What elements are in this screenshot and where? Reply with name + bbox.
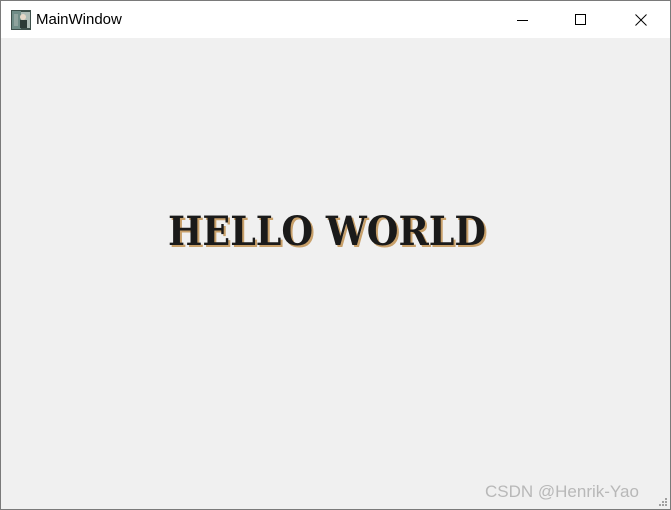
watermark-text: CSDN @Henrik-Yao <box>485 482 639 501</box>
hello-world-text: HELLO WORLD <box>168 208 486 254</box>
main-window: MainWindow HELLO WORLD HELLO WORLD CSDN … <box>0 0 671 510</box>
close-button[interactable] <box>612 1 670 38</box>
hello-world-label: HELLO WORLD HELLO WORLD <box>168 208 488 254</box>
client-area: HELLO WORLD HELLO WORLD CSDN @Henrik-Yao <box>1 38 670 509</box>
minimize-button[interactable] <box>494 1 552 38</box>
resize-grip-icon[interactable] <box>658 497 668 507</box>
window-title: MainWindow <box>36 11 122 28</box>
title-bar[interactable]: MainWindow <box>1 1 670 38</box>
maximize-icon <box>575 13 586 25</box>
close-icon <box>635 13 647 26</box>
minimize-icon <box>517 19 528 21</box>
maximize-button[interactable] <box>552 1 610 38</box>
app-icon <box>11 10 31 30</box>
